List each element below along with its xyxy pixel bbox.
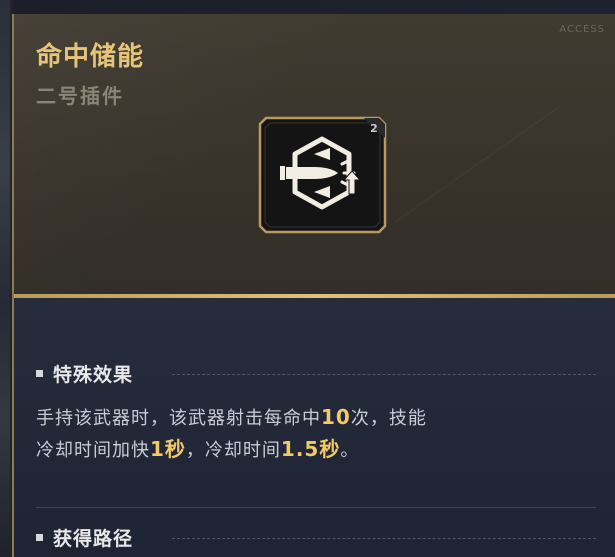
left-edge-backdrop xyxy=(0,0,10,557)
item-name: 命中储能 xyxy=(36,42,145,72)
source-section-header: 获得路径 xyxy=(36,524,133,551)
source-section-title: 获得路径 xyxy=(53,528,134,550)
item-detail-panel: ACCESS 命中储能 二号插件 2 特殊效果 手持该武器时，该武器射击每命中1… xyxy=(12,14,615,557)
item-details: 特殊效果 手持该武器时，该武器射击每命中10次，技能 冷却时间加快1秒，冷却时间… xyxy=(14,298,615,557)
effect-line-2: 冷却时间加快1秒，冷却时间1.5秒。 xyxy=(36,437,360,461)
effect-section-header: 特殊效果 xyxy=(36,360,133,387)
effect-line-1: 手持该武器时，该武器射击每命中10次，技能 xyxy=(36,405,427,429)
level-badge: 2 xyxy=(370,122,378,135)
header-decoration xyxy=(394,106,560,223)
bullet-hit-energy-icon[interactable]: 2 xyxy=(256,114,389,236)
cooldown-boost-value: 1秒 xyxy=(150,437,186,461)
source-section-rule xyxy=(172,538,596,539)
effect-section-title: 特殊效果 xyxy=(53,364,134,386)
item-header: ACCESS 命中储能 二号插件 2 xyxy=(14,14,615,296)
square-bullet-icon xyxy=(36,534,43,541)
cooldown-time-value: 1.5秒 xyxy=(280,437,341,461)
effect-description: 手持该武器时，该武器射击每命中10次，技能 冷却时间加快1秒，冷却时间1.5秒。 xyxy=(36,402,606,466)
corner-tag: ACCESS xyxy=(559,24,605,35)
item-slot-type: 二号插件 xyxy=(36,84,124,108)
hit-count-value: 10 xyxy=(321,405,351,429)
effect-section-rule xyxy=(172,374,596,375)
section-divider xyxy=(36,507,596,508)
square-bullet-icon xyxy=(36,370,43,377)
